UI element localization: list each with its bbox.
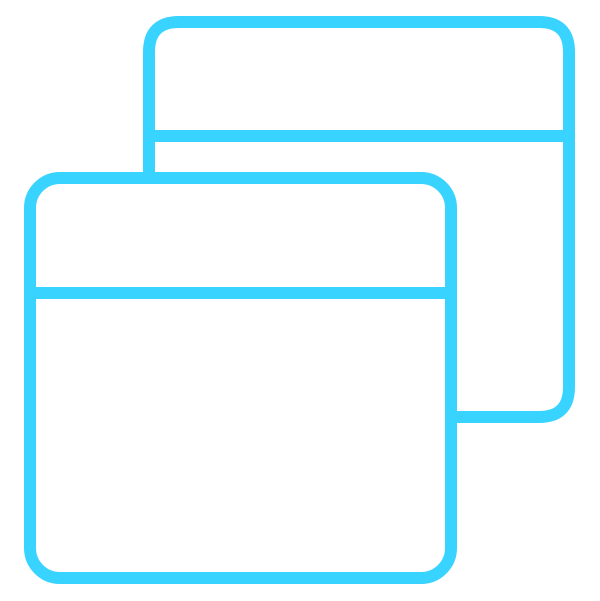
front-window-frame (24, 172, 457, 584)
multiple-windows-icon (0, 0, 600, 601)
front-window-icon (24, 172, 457, 584)
back-window-icon (143, 16, 575, 423)
back-window-frame (143, 16, 575, 423)
